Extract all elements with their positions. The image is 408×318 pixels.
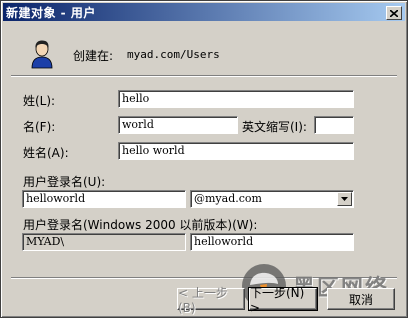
domain-suffix-value: @myad.com xyxy=(194,192,262,205)
full-name-label: 姓名(A): xyxy=(23,146,69,160)
window-title: 新建对象 - 用户 xyxy=(6,5,96,20)
pre2000-label: 用户登录名(Windows 2000 以前版本)(W): xyxy=(23,218,258,232)
logon-name-field[interactable]: helloworld xyxy=(22,190,186,208)
last-name-field[interactable]: hello xyxy=(118,90,354,108)
pre2000-domain-field: MYAD\ xyxy=(22,233,186,251)
full-name-field[interactable]: hello world xyxy=(118,142,354,160)
first-name-field[interactable]: world xyxy=(118,116,238,134)
last-name-label: 姓(L): xyxy=(23,94,56,108)
domain-dropdown-button[interactable] xyxy=(337,192,352,206)
user-icon xyxy=(31,40,53,69)
next-button[interactable]: 下一步(N) > xyxy=(248,286,318,315)
domain-suffix-select[interactable]: @myad.com xyxy=(190,190,354,208)
cancel-button[interactable]: 取消 xyxy=(327,288,395,310)
create-in-path: myad.com/Users xyxy=(127,48,220,61)
logon-name-label: 用户登录名(U): xyxy=(23,175,106,189)
pre2000-name-field[interactable]: helloworld xyxy=(190,233,354,251)
separator xyxy=(11,75,397,77)
first-name-label: 名(F): xyxy=(23,120,56,134)
initials-field[interactable] xyxy=(314,116,354,134)
back-button[interactable]: < 上一步(B) xyxy=(177,286,245,315)
close-icon xyxy=(390,9,398,17)
initials-label: 英文缩写(I): xyxy=(242,120,307,134)
create-in-label: 创建在: xyxy=(73,49,114,63)
chevron-down-icon xyxy=(341,197,348,201)
new-user-dialog: 新建对象 - 用户 创建在: myad.com/Users 姓(L): hell… xyxy=(0,0,408,318)
title-bar: 新建对象 - 用户 xyxy=(3,3,405,21)
close-button[interactable] xyxy=(386,6,402,20)
